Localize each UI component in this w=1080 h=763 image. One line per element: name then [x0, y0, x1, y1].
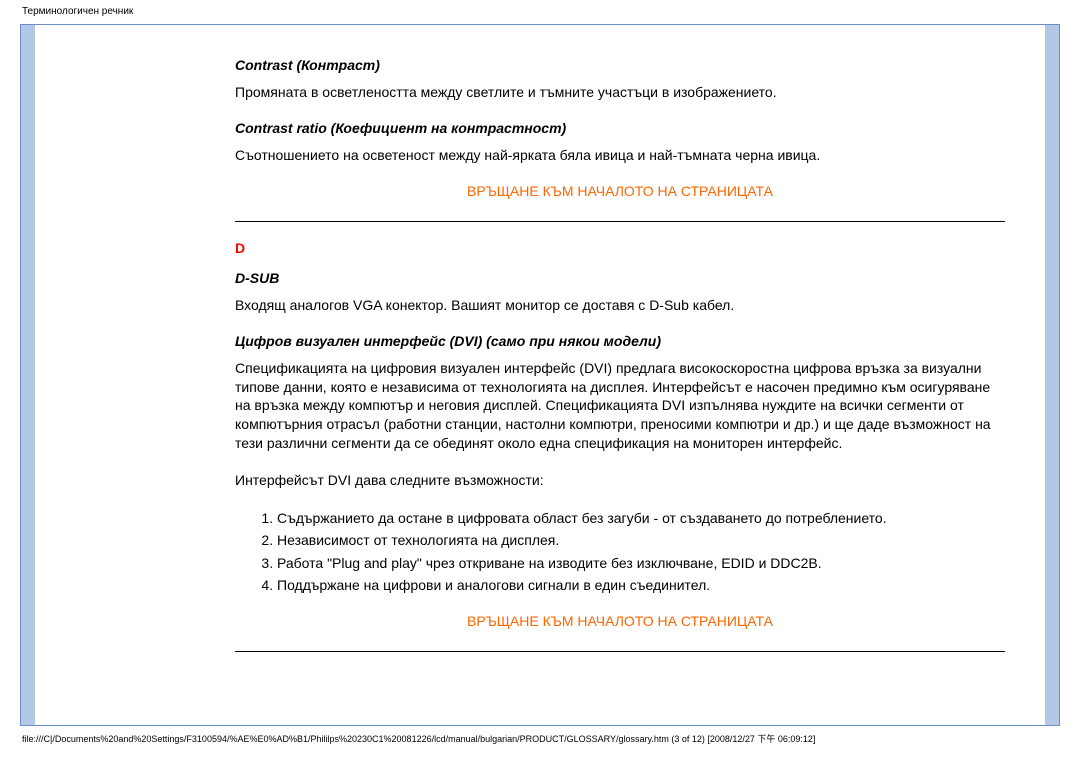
list-item: Съдържанието да остане в цифровата облас…: [277, 508, 1005, 528]
back-to-top-link-1[interactable]: ВРЪЩАНЕ КЪМ НАЧАЛОТО НА СТРАНИЦАТА: [235, 183, 1005, 199]
heading-contrast: Contrast (Контраст): [235, 57, 1005, 73]
list-item: Работа "Plug and play" чрез откриване на…: [277, 553, 1005, 573]
heading-dvi: Цифров визуален интерфейс (DVI) (само пр…: [235, 333, 1005, 349]
page-header: Терминологичен речник: [0, 0, 1080, 20]
text-dvi-para2: Интерфейсът DVI дава следните възможност…: [235, 471, 1005, 490]
text-contrast-ratio: Съотношението на осветеност между най-яр…: [235, 146, 1005, 165]
text-dsub: Входящ аналогов VGA конектор. Вашият мон…: [235, 296, 1005, 315]
text-dvi-para1: Спецификацията на цифровия визуален инте…: [235, 359, 1005, 453]
list-item: Независимост от технологията на дисплея.: [277, 530, 1005, 550]
list-item: Поддържане на цифрови и аналогови сигнал…: [277, 575, 1005, 595]
footer-text: file:///C|/Documents%20and%20Settings/F3…: [22, 734, 815, 744]
text-contrast: Промяната в осветлеността между светлите…: [235, 83, 1005, 102]
footer-path: file:///C|/Documents%20and%20Settings/F3…: [0, 726, 1080, 753]
separator-1: [235, 221, 1005, 222]
inner-wrap: Contrast (Контраст) Промяната в осветлен…: [35, 25, 1045, 725]
back-to-top-label: ВРЪЩАНЕ КЪМ НАЧАЛОТО НА СТРАНИЦАТА: [467, 183, 773, 199]
outer-frame: Contrast (Контраст) Промяната в осветлен…: [20, 24, 1060, 726]
back-to-top-label: ВРЪЩАНЕ КЪМ НАЧАЛОТО НА СТРАНИЦАТА: [467, 613, 773, 629]
main-content: Contrast (Контраст) Промяната в осветлен…: [235, 25, 1045, 725]
letter-d: D: [235, 240, 1005, 256]
dvi-list: Съдържанието да остане в цифровата облас…: [235, 508, 1005, 595]
heading-dsub: D-SUB: [235, 270, 1005, 286]
page-title: Терминологичен речник: [22, 6, 133, 17]
back-to-top-link-2[interactable]: ВРЪЩАНЕ КЪМ НАЧАЛОТО НА СТРАНИЦАТА: [235, 613, 1005, 629]
heading-contrast-ratio: Contrast ratio (Коефициент на контрастно…: [235, 120, 1005, 136]
left-gutter: [35, 25, 235, 725]
separator-2: [235, 651, 1005, 652]
blue-background: Contrast (Контраст) Промяната в осветлен…: [21, 25, 1059, 725]
